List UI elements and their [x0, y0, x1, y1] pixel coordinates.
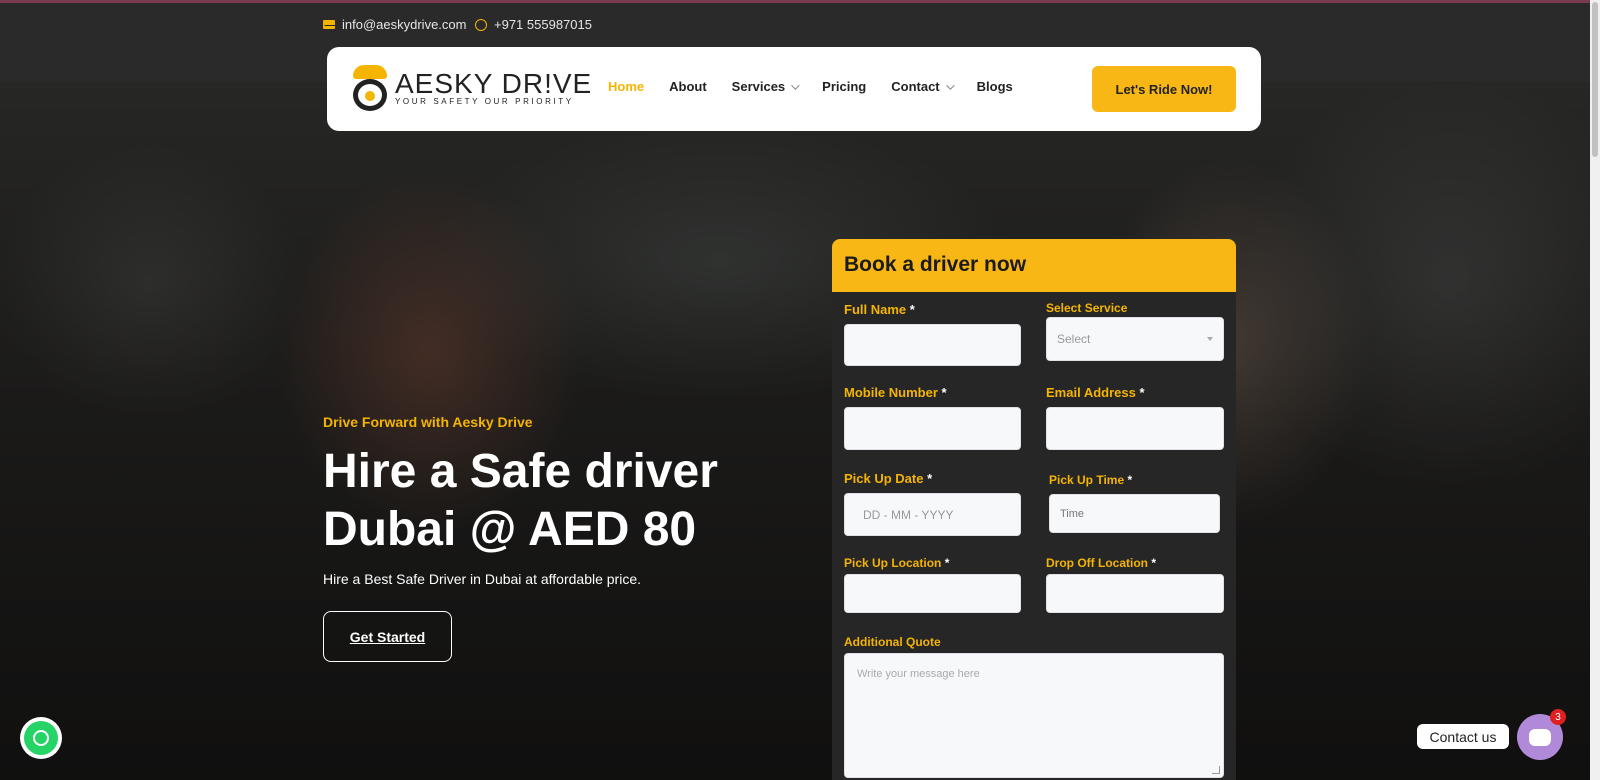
nav-item-services[interactable]: Services	[732, 79, 800, 94]
phone-text[interactable]: +971 555987015	[494, 17, 592, 32]
email-text[interactable]: info@aeskydrive.com	[342, 17, 466, 32]
logo-icon	[351, 65, 389, 111]
booking-form: Book a driver now Full Name * Select Ser…	[832, 239, 1236, 780]
mobile-label: Mobile Number	[844, 385, 938, 400]
select-service-label: Select Service	[1046, 301, 1128, 315]
additional-quote-label: Additional Quote	[844, 635, 941, 649]
mobile-input[interactable]	[844, 407, 1021, 450]
nav-item-pricing[interactable]: Pricing	[822, 79, 866, 94]
pickup-location-input[interactable]	[844, 574, 1021, 613]
page-scrollbar[interactable]	[1590, 0, 1600, 780]
nav-item-blogs[interactable]: Blogs	[977, 79, 1013, 94]
dropoff-location-label: Drop Off Location	[1046, 556, 1148, 570]
hero-background-photo	[0, 82, 1600, 780]
brand-logo[interactable]: AESKY DR!VE YOUR SAFETY OUR PRIORITY	[351, 65, 592, 111]
main-navbar: AESKY DR!VE YOUR SAFETY OUR PRIORITY Hom…	[327, 47, 1261, 131]
hero-subtitle: Hire a Best Safe Driver in Dubai at affo…	[323, 571, 642, 587]
pickup-time-field-group: Pick Up Time * Time	[1049, 473, 1220, 533]
pickup-location-field-group: Pick Up Location *	[844, 556, 1021, 613]
pickup-location-label: Pick Up Location	[844, 556, 942, 570]
dropoff-location-input[interactable]	[1046, 574, 1224, 613]
phone-contact[interactable]: +971 555987015	[475, 17, 592, 32]
caret-down-icon	[1207, 337, 1213, 341]
additional-quote-textarea[interactable]: Write your message here	[844, 653, 1224, 778]
chevron-down-icon	[791, 80, 800, 90]
chevron-down-icon	[945, 80, 955, 90]
get-started-button[interactable]: Get Started	[323, 611, 452, 662]
lets-ride-button[interactable]: Let's Ride Now!	[1092, 66, 1236, 112]
full-name-label: Full Name	[844, 302, 907, 317]
email-input[interactable]	[1046, 407, 1224, 450]
select-service-field-group: Select Service Select	[1046, 301, 1224, 361]
brand-tagline: YOUR SAFETY OUR PRIORITY	[395, 96, 574, 106]
mail-icon	[323, 20, 336, 29]
nav-item-about[interactable]: About	[669, 79, 707, 94]
email-contact[interactable]: info@aeskydrive.com	[323, 17, 466, 32]
pickup-date-field-group: Pick Up Date * DD - MM - YYYY	[844, 471, 1021, 536]
whatsapp-icon	[475, 18, 487, 31]
dropoff-location-field-group: Drop Off Location *	[1046, 556, 1224, 613]
full-name-input[interactable]	[844, 324, 1021, 366]
contact-us-label[interactable]: Contact us	[1417, 724, 1509, 749]
email-field-group: Email Address *	[1046, 385, 1224, 450]
pickup-time-label: Pick Up Time	[1049, 473, 1125, 487]
scrollbar-thumb[interactable]	[1592, 2, 1598, 157]
hero-headline: Hire a Safe driver Dubai @ AED 80	[323, 445, 718, 556]
whatsapp-float-button[interactable]	[20, 717, 62, 759]
mobile-field-group: Mobile Number *	[844, 385, 1021, 450]
pickup-time-input[interactable]: Time	[1049, 494, 1220, 533]
hero-eyebrow: Drive Forward with Aesky Drive	[323, 414, 533, 430]
email-label: Email Address	[1046, 385, 1136, 400]
resize-handle-icon[interactable]	[1212, 766, 1220, 774]
additional-quote-field-group: Additional Quote Write your message here	[844, 635, 1224, 778]
nav-item-home[interactable]: Home	[608, 79, 644, 94]
notification-badge: 3	[1550, 709, 1566, 725]
pickup-date-input[interactable]: DD - MM - YYYY	[844, 493, 1021, 536]
brand-name: AESKY DR!VE	[395, 67, 593, 99]
nav-item-contact[interactable]: Contact	[891, 79, 955, 94]
pickup-date-label: Pick Up Date	[844, 471, 924, 486]
full-name-field-group: Full Name *	[844, 302, 1021, 366]
hero-content: Drive Forward with Aesky Drive Hire a Sa…	[323, 414, 773, 662]
form-title: Book a driver now	[832, 239, 1236, 292]
whatsapp-icon	[24, 721, 58, 755]
nav-menu: Home About Services Pricing Contact Blog…	[608, 79, 1038, 94]
select-service-dropdown[interactable]: Select	[1046, 317, 1224, 361]
chat-bubble-icon	[1529, 728, 1551, 746]
